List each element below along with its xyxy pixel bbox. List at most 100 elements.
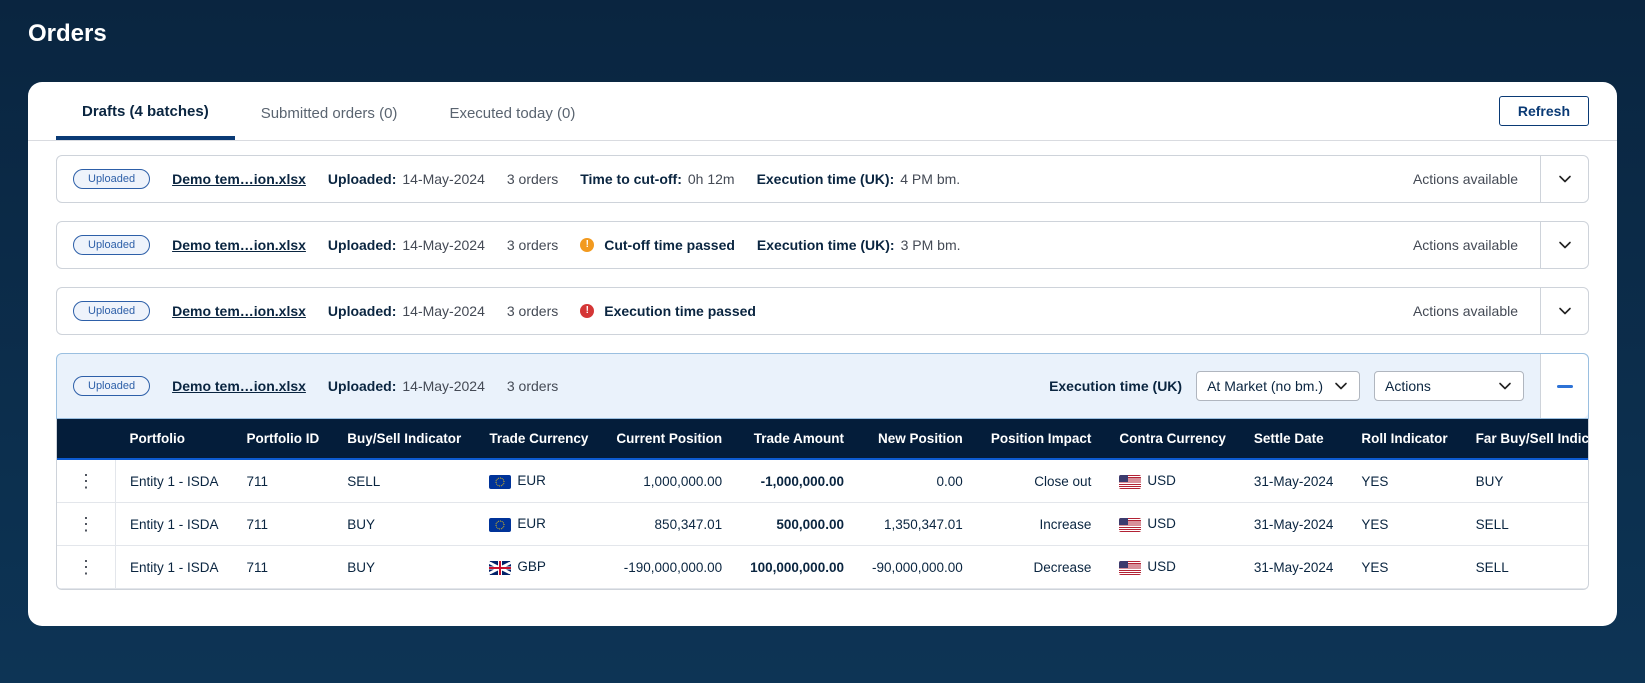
table-scroll[interactable]: Portfolio Portfolio ID Buy/Sell Indicato… — [57, 419, 1588, 589]
batch-detail: Portfolio Portfolio ID Buy/Sell Indicato… — [56, 419, 1589, 590]
cell-new-pos: -90,000,000.00 — [858, 546, 977, 589]
actions-available-text: Actions available — [1413, 171, 1524, 187]
status-badge: Uploaded — [73, 376, 150, 396]
status-badge: Uploaded — [73, 235, 150, 255]
row-menu-button[interactable]: ⋮ — [71, 472, 101, 490]
status-badge: Uploaded — [73, 169, 150, 189]
flag-icon — [489, 475, 511, 489]
exec-time-select[interactable]: At Market (no bm.) — [1196, 371, 1360, 401]
uploaded-label: Uploaded: — [328, 303, 396, 319]
uploaded-date: 14-May-2024 — [402, 237, 485, 253]
cell-portfolio-id: 711 — [233, 546, 334, 589]
col-far-bs: Far Buy/Sell Indicator — [1462, 419, 1588, 459]
cell-portfolio: Entity 1 - ISDA — [116, 546, 233, 589]
expand-button[interactable] — [1540, 156, 1588, 202]
uploaded-date: 14-May-2024 — [402, 303, 485, 319]
col-roll: Roll Indicator — [1347, 419, 1461, 459]
cell-portfolio-id: 711 — [233, 503, 334, 546]
error-icon: ! — [580, 304, 594, 318]
col-settle: Settle Date — [1240, 419, 1348, 459]
actions-select[interactable]: Actions — [1374, 371, 1524, 401]
chevron-down-icon — [1557, 303, 1573, 319]
status-badge: Uploaded — [73, 301, 150, 321]
col-new-pos: New Position — [858, 419, 977, 459]
col-pos-impact: Position Impact — [977, 419, 1106, 459]
cell-new-pos: 1,350,347.01 — [858, 503, 977, 546]
actions-available-text: Actions available — [1413, 303, 1524, 319]
cell-portfolio: Entity 1 - ISDA — [116, 459, 233, 503]
batch-row: Uploaded Demo tem…ion.xlsx Uploaded: 14-M… — [56, 221, 1589, 269]
uploaded-label: Uploaded: — [328, 171, 396, 187]
cell-settle: 31-May-2024 — [1240, 459, 1348, 503]
cell-roll: YES — [1347, 459, 1461, 503]
col-trade-amt: Trade Amount — [736, 419, 858, 459]
uploaded-date: 14-May-2024 — [402, 171, 485, 187]
cell-trade-amt: 100,000,000.00 — [736, 546, 858, 589]
batch-row: Uploaded Demo tem…ion.xlsx Uploaded: 14-M… — [56, 287, 1589, 335]
collapse-button[interactable] — [1540, 354, 1588, 418]
cell-portfolio-id: 711 — [233, 459, 334, 503]
minus-icon — [1557, 385, 1573, 388]
col-portfolio-id: Portfolio ID — [233, 419, 334, 459]
table-row: ⋮Entity 1 - ISDA711SELLEUR1,000,000.00-1… — [57, 459, 1588, 503]
cell-trade-ccy: GBP — [475, 546, 602, 589]
cell-portfolio: Entity 1 - ISDA — [116, 503, 233, 546]
flag-icon — [1119, 561, 1141, 575]
batch-filename-link[interactable]: Demo tem…ion.xlsx — [172, 237, 306, 253]
order-count: 3 orders — [507, 237, 558, 253]
cell-pos-impact: Close out — [977, 459, 1106, 503]
table-row: ⋮ Entity 1 - ISDA711BUYEUR850,347.01500,0… — [57, 503, 1588, 546]
cell-buysell: BUY — [333, 503, 475, 546]
cell-pos-impact: Increase — [977, 503, 1106, 546]
order-count: 3 orders — [507, 303, 558, 319]
table-row: ⋮Entity 1 - ISDA711BUYGBP-190,000,000.00… — [57, 546, 1588, 589]
warning-icon: ! — [580, 238, 594, 252]
cell-buysell: SELL — [333, 459, 475, 503]
chevron-down-icon — [1557, 237, 1573, 253]
order-count: 3 orders — [507, 171, 558, 187]
col-portfolio: Portfolio — [116, 419, 233, 459]
exec-time-selected: At Market (no bm.) — [1207, 378, 1323, 394]
row-menu-button[interactable]: ⋮ — [71, 558, 101, 576]
cell-contra-ccy: USD — [1105, 459, 1240, 503]
cell-far-bs: SELL — [1462, 546, 1588, 589]
cell-cur-pos: -190,000,000.00 — [602, 546, 736, 589]
cell-trade-ccy: EUR — [475, 459, 602, 503]
col-trade-ccy: Trade Currency — [475, 419, 602, 459]
flag-icon — [489, 561, 511, 575]
exec-time-label: Execution time (UK) — [1049, 378, 1182, 394]
expand-button[interactable] — [1540, 222, 1588, 268]
cell-trade-ccy: EUR — [475, 503, 602, 546]
order-count: 3 orders — [507, 378, 558, 394]
expand-button[interactable] — [1540, 288, 1588, 334]
exec-time-label: Execution time (UK): — [757, 237, 895, 253]
col-cur-pos: Current Position — [602, 419, 736, 459]
cell-roll: YES — [1347, 503, 1461, 546]
refresh-button[interactable]: Refresh — [1499, 96, 1589, 126]
batch-filename-link[interactable]: Demo tem…ion.xlsx — [172, 303, 306, 319]
cell-contra-ccy: USD — [1105, 503, 1240, 546]
tab-submitted[interactable]: Submitted orders (0) — [235, 85, 424, 138]
cutoff-label: Time to cut-off: — [580, 171, 682, 187]
cell-pos-impact: Decrease — [977, 546, 1106, 589]
cell-cur-pos: 850,347.01 — [602, 503, 736, 546]
col-buysell: Buy/Sell Indicator — [333, 419, 475, 459]
batch-filename-link[interactable]: Demo tem…ion.xlsx — [172, 378, 306, 394]
cell-far-bs: BUY — [1462, 459, 1588, 503]
cell-new-pos: 0.00 — [858, 459, 977, 503]
flag-icon — [1119, 518, 1141, 532]
orders-table: Portfolio Portfolio ID Buy/Sell Indicato… — [57, 419, 1588, 589]
batch-row: Uploaded Demo tem…ion.xlsx Uploaded: 14-M… — [56, 155, 1589, 203]
cell-settle: 31-May-2024 — [1240, 546, 1348, 589]
cell-trade-amt: 500,000.00 — [736, 503, 858, 546]
tab-executed[interactable]: Executed today (0) — [423, 85, 601, 138]
uploaded-label: Uploaded: — [328, 237, 396, 253]
row-menu-button[interactable]: ⋮ — [71, 515, 101, 533]
chevron-down-icon — [1333, 378, 1349, 394]
tab-drafts[interactable]: Drafts (4 batches) — [56, 83, 235, 140]
cell-trade-amt: -1,000,000.00 — [736, 459, 858, 503]
batch-filename-link[interactable]: Demo tem…ion.xlsx — [172, 171, 306, 187]
col-contra-ccy: Contra Currency — [1105, 419, 1240, 459]
flag-icon — [489, 518, 511, 532]
chevron-down-icon — [1497, 378, 1513, 394]
